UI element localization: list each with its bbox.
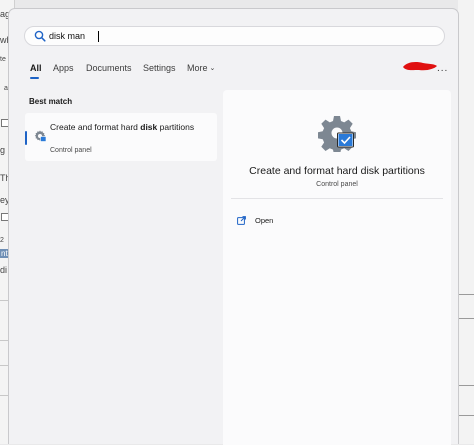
search-icon [34,30,46,42]
tab-all[interactable]: All [30,63,42,73]
tab-more-label: More [187,63,208,73]
control-panel-gear-icon [318,116,356,152]
title-highlight: disk [140,122,158,132]
background-text: di [0,265,8,275]
open-action[interactable]: Open [237,215,357,229]
details-divider [231,198,443,199]
text-caret [98,31,99,42]
title-text: partitions [157,122,195,132]
details-title: Create and format hard disk partitions [249,165,425,177]
best-match-result[interactable]: Create and format hard disk partitions C… [25,113,217,161]
search-input[interactable] [49,28,429,44]
more-options-button[interactable]: ... [437,63,448,74]
background-text: g [0,145,6,155]
background-divider [458,385,474,386]
background-divider [458,294,474,295]
open-external-icon [237,216,246,225]
background-window-right [458,0,474,444]
tab-apps[interactable]: Apps [53,63,74,73]
open-action-label: Open [255,216,274,225]
best-match-subtitle: Control panel [50,147,92,154]
tab-settings[interactable]: Settings [143,63,176,73]
chevron-down-icon: ⌄ [209,65,216,72]
background-divider [458,318,474,319]
background-divider [458,415,474,416]
background-text: 2 [0,237,4,244]
active-tab-indicator [30,77,39,79]
selection-indicator [25,131,27,145]
background-text: te [0,56,6,63]
start-search-panel: All Apps Documents Settings More⌄ ... Be… [8,8,459,445]
best-match-heading: Best match [29,97,73,106]
tab-documents[interactable]: Documents [86,63,132,73]
details-subtitle: Control panel [316,181,358,188]
tab-more[interactable]: More ⌄ [187,63,215,73]
red-annotation-mark [403,62,437,71]
result-details-pane: Create and format hard disk partitions C… [223,90,451,445]
control-panel-gear-icon [34,130,47,142]
search-box[interactable] [24,26,445,46]
best-match-title: Create and format hard disk partitions [50,121,210,133]
title-text: Create and format hard [50,122,141,132]
